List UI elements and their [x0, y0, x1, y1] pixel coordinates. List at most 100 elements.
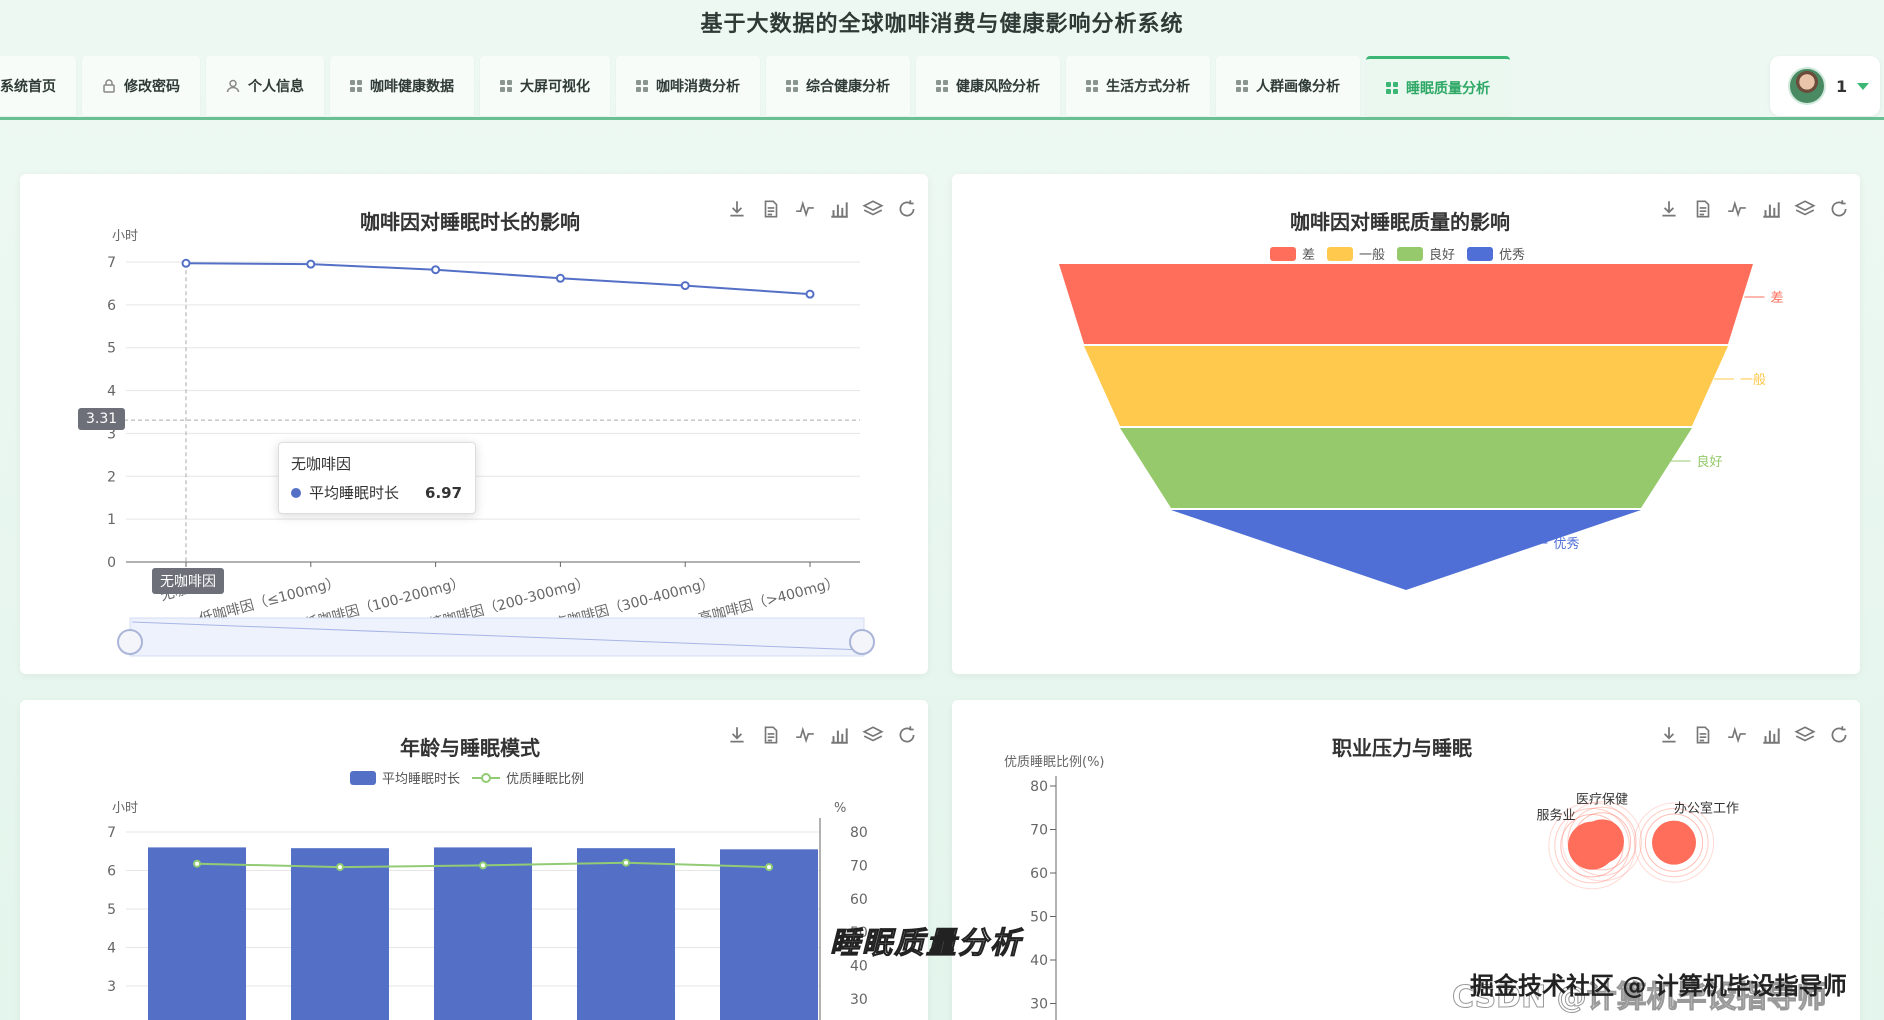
data-point — [181, 258, 191, 268]
y-tick-label: 60 — [1030, 866, 1048, 882]
tab-9[interactable]: 人群画像分析 — [1216, 56, 1360, 116]
chart-tooltip: 无咖啡因 平均睡眠时长 6.97 — [278, 442, 476, 514]
y-tick-label: 4 — [107, 384, 116, 400]
funnel-stage-2 — [1120, 428, 1692, 508]
y-tick-label: 2 — [107, 469, 116, 485]
bubble — [1652, 820, 1696, 865]
y-pointer-label: 3.31 — [78, 408, 126, 430]
data-point — [622, 858, 630, 867]
grid-icon — [350, 80, 362, 92]
bubble-label: 服务业 — [1536, 808, 1575, 824]
tab-10[interactable]: 睡眠质量分析 — [1366, 56, 1510, 116]
y2-axis-title: % — [834, 801, 846, 816]
y-axis-title: 小时 — [112, 801, 138, 816]
y-tick-label: 3 — [107, 979, 116, 995]
data-point — [193, 859, 201, 868]
y2-tick-label: 30 — [850, 992, 868, 1008]
tab-label: 咖啡消费分析 — [656, 79, 740, 95]
tab-4[interactable]: 大屏可视化 — [480, 56, 610, 116]
tab-label: 大屏可视化 — [520, 79, 590, 95]
line-chart[interactable]: 小时01234567无咖啡因低咖啡因（≤100mg）中低咖啡因（100-200m… — [20, 174, 928, 674]
data-point — [680, 281, 690, 291]
tab-0[interactable]: 系统首页 — [0, 56, 76, 116]
tab-label: 咖啡健康数据 — [370, 79, 454, 95]
funnel-label: 良好 — [1697, 454, 1723, 470]
y-tick-label: 6 — [107, 298, 116, 314]
y2-tick-label: 70 — [850, 858, 868, 874]
lock-icon — [103, 79, 115, 93]
data-point — [555, 273, 565, 283]
bubble-label: 办公室工作 — [1674, 801, 1739, 817]
bar — [577, 848, 675, 1020]
zoom-handle-left — [117, 629, 143, 655]
y-tick-label: 30 — [1030, 997, 1048, 1013]
tooltip-value: 6.97 — [425, 483, 463, 502]
funnel-label: 一般 — [1740, 372, 1766, 388]
x-pointer-label: 无咖啡因 — [152, 568, 224, 594]
funnel-chart[interactable]: 差一般良好优秀 — [952, 174, 1860, 674]
tab-8[interactable]: 生活方式分析 — [1066, 56, 1210, 116]
y-tick-label: 7 — [107, 255, 116, 271]
y-tick-label: 50 — [1030, 910, 1048, 926]
data-point — [765, 863, 773, 872]
bubble — [1580, 819, 1624, 864]
tab-1[interactable]: 修改密码 — [82, 56, 200, 116]
series-dot — [291, 487, 301, 498]
data-point — [431, 265, 441, 275]
y-tick-label: 6 — [107, 864, 116, 880]
data-point — [479, 861, 487, 870]
tab-label: 睡眠质量分析 — [1406, 80, 1490, 97]
watermark-juejin: 掘金技术社区 @ 计算机毕设指导师 — [1470, 972, 1847, 1000]
y-axis-title: 小时 — [112, 229, 138, 244]
grid-icon — [1086, 80, 1098, 92]
funnel-stage-0 — [1059, 264, 1753, 344]
y-tick-label: 70 — [1030, 823, 1048, 839]
zoom-slider-track — [129, 617, 865, 657]
tab-label: 综合健康分析 — [806, 79, 890, 95]
bubble-label: 医疗保健 — [1576, 792, 1628, 807]
grid-icon — [636, 80, 648, 92]
data-point — [306, 259, 316, 269]
tab-2[interactable]: 个人信息 — [206, 56, 324, 116]
tab-6[interactable]: 综合健康分析 — [766, 56, 910, 116]
funnel-label: 差 — [1771, 291, 1784, 306]
tooltip-category: 无咖啡因 — [291, 455, 352, 473]
tab-5[interactable]: 咖啡消费分析 — [616, 56, 760, 116]
series-line — [185, 262, 811, 296]
chart-card-age-sleep: 年龄与睡眠模式 平均睡眠时长 优质睡眠比例 小时% 3 4 5 6 7 30 40 50 60 70… — [20, 700, 928, 1020]
chevron-down-icon[interactable] — [1857, 82, 1870, 90]
y-tick-label: 7 — [107, 825, 116, 841]
y-tick-label: 40 — [1030, 953, 1048, 969]
y-tick-label: 1 — [107, 512, 116, 528]
y2-tick-label: 60 — [850, 892, 868, 908]
chart-card-sleep-duration: 咖啡因对睡眠时长的影响 小时01234567无咖啡因低咖啡因（≤100mg）中低… — [20, 174, 928, 674]
tab-7[interactable]: 健康风险分析 — [916, 56, 1060, 116]
nav-underline — [0, 117, 1884, 120]
tab-label: 系统首页 — [0, 79, 56, 95]
user-menu[interactable]: 1 — [1770, 56, 1880, 116]
bar-chart[interactable]: 小时 %34567304050607080 — [20, 700, 928, 1020]
zoom-handle-right — [849, 629, 875, 655]
bar — [148, 847, 246, 1020]
grid-icon — [500, 80, 512, 92]
bar — [720, 849, 818, 1020]
bar — [434, 847, 532, 1020]
y-axis-title: 优质睡眠比例(%) — [1004, 755, 1105, 770]
y-tick-label: 5 — [107, 902, 116, 918]
tab-label: 健康风险分析 — [956, 79, 1040, 95]
grid-icon — [1236, 80, 1248, 92]
chart-card-sleep-quality: 咖啡因对睡眠质量的影响 差一般 良好 优秀 差一般 良好 优秀 — [952, 174, 1860, 674]
y2-tick-label: 80 — [850, 825, 868, 841]
user-icon — [226, 79, 240, 93]
funnel-stage-1 — [1084, 346, 1728, 426]
tab-3[interactable]: 咖啡健康数据 — [330, 56, 474, 116]
data-point — [336, 863, 344, 872]
nav-tabs: 系统首页 修改密码 个人信息 咖啡健康数据 大屏可视化 咖啡消费分析 综合健康分析 健康风险分… — [0, 56, 1510, 116]
funnel-label: 优秀 — [1554, 537, 1580, 552]
grid-icon — [1386, 81, 1398, 94]
tab-label: 修改密码 — [124, 79, 180, 95]
video-caption: 睡眠质量分析 — [830, 926, 1022, 962]
y-tick-label: 4 — [107, 941, 116, 957]
app-title: 基于大数据的全球咖啡消费与健康影响分析系统 — [700, 12, 1184, 37]
avatar[interactable] — [1788, 67, 1826, 105]
